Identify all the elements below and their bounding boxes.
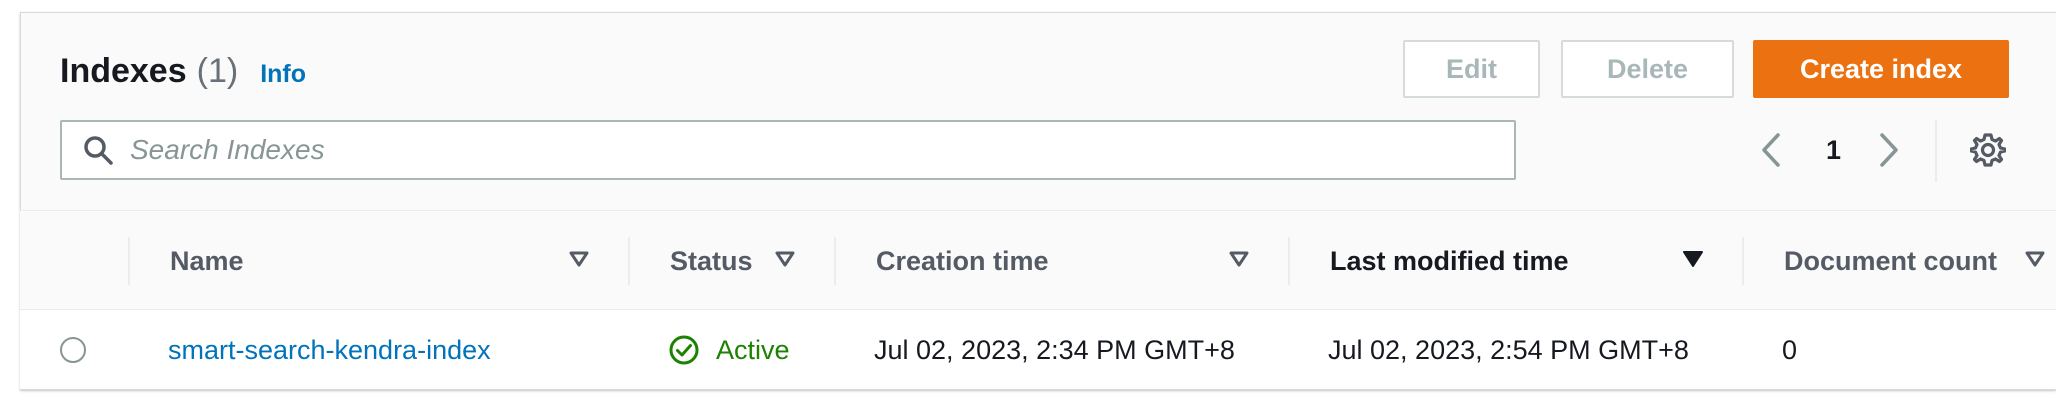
- last-modified-time-cell: Jul 02, 2023, 2:54 PM GMT+8: [1328, 334, 1689, 365]
- info-link[interactable]: Info: [260, 60, 306, 89]
- title-text: Indexes: [60, 52, 187, 90]
- sort-caret-down-icon[interactable]: [774, 249, 796, 269]
- status-text: Active: [716, 334, 790, 365]
- create-index-button[interactable]: Create index: [1753, 40, 2009, 98]
- check-circle-icon: [669, 335, 699, 365]
- status-cell: Active: [668, 310, 790, 390]
- column-header-name[interactable]: Name: [170, 211, 244, 311]
- column-separator: [128, 237, 130, 285]
- column-separator: [1288, 237, 1290, 285]
- chevron-right-icon: [1880, 133, 1898, 167]
- chevron-left-icon: [1762, 133, 1780, 167]
- document-count-cell: 0: [1782, 334, 1798, 365]
- toolbar-divider: [1935, 120, 1937, 182]
- column-header-last-modified-time[interactable]: Last modified time: [1330, 211, 1569, 311]
- column-separator: [628, 237, 630, 285]
- gear-icon[interactable]: [1970, 132, 2006, 168]
- index-name-link[interactable]: smart-search-kendra-index: [168, 310, 491, 390]
- row-select-radio[interactable]: [60, 337, 86, 363]
- edit-button[interactable]: Edit: [1403, 40, 1540, 98]
- delete-button[interactable]: Delete: [1561, 40, 1734, 98]
- prev-page-button[interactable]: [1760, 120, 1782, 180]
- creation-time-cell: Jul 02, 2023, 2:34 PM GMT+8: [874, 334, 1235, 365]
- column-separator: [1742, 237, 1744, 285]
- index-count: (1): [196, 52, 239, 90]
- sort-caret-down-filled-icon[interactable]: [1682, 249, 1704, 269]
- sort-caret-down-icon[interactable]: [568, 249, 590, 269]
- table-row[interactable]: smart-search-kendra-index Active Jul 02,…: [20, 310, 2056, 390]
- sort-caret-down-icon[interactable]: [2024, 249, 2046, 269]
- column-header-status[interactable]: Status: [670, 211, 753, 311]
- search-icon: [84, 136, 113, 165]
- sort-caret-down-icon[interactable]: [1228, 249, 1250, 269]
- next-page-button[interactable]: [1878, 120, 1900, 180]
- search-box[interactable]: [60, 120, 1516, 180]
- table-header-row: Name Status Creation time Last modified …: [20, 210, 2056, 310]
- page-title: Indexes (1) Info: [60, 52, 306, 91]
- column-header-document-count[interactable]: Document count: [1784, 211, 1997, 311]
- column-header-creation-time[interactable]: Creation time: [876, 211, 1049, 311]
- current-page[interactable]: 1: [1826, 120, 1841, 180]
- column-separator: [834, 237, 836, 285]
- search-input[interactable]: [128, 133, 1514, 167]
